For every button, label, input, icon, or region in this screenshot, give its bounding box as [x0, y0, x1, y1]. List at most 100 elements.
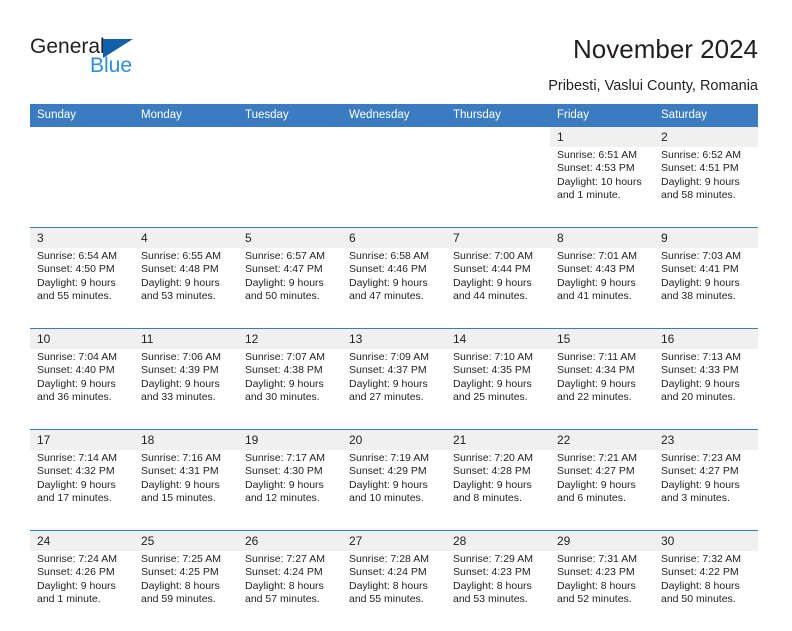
sunrise-text: Sunrise: 6:58 AM — [349, 250, 440, 263]
daylight-text-line2: and 36 minutes. — [37, 391, 128, 404]
daylight-text-line2: and 12 minutes. — [245, 492, 336, 505]
daylight-text-line1: Daylight: 9 hours — [661, 378, 752, 391]
day-cell: Sunrise: 7:25 AM Sunset: 4:25 PM Dayligh… — [134, 551, 238, 631]
day-cell: Sunrise: 6:52 AM Sunset: 4:51 PM Dayligh… — [654, 147, 758, 228]
day-number — [134, 127, 238, 147]
daylight-text-line1: Daylight: 8 hours — [453, 580, 544, 593]
day-cell — [30, 147, 134, 228]
day-cell: Sunrise: 7:17 AM Sunset: 4:30 PM Dayligh… — [238, 450, 342, 531]
day-detail-row: Sunrise: 7:04 AM Sunset: 4:40 PM Dayligh… — [30, 349, 758, 430]
day-number: 10 — [30, 329, 134, 350]
day-number: 22 — [550, 430, 654, 451]
sunrise-text: Sunrise: 7:23 AM — [661, 452, 752, 465]
daylight-text-line2: and 6 minutes. — [557, 492, 648, 505]
sunrise-text: Sunrise: 6:57 AM — [245, 250, 336, 263]
sunrise-text: Sunrise: 7:13 AM — [661, 351, 752, 364]
sunset-text: Sunset: 4:29 PM — [349, 465, 440, 478]
daylight-text-line2: and 53 minutes. — [453, 593, 544, 606]
day-cell: Sunrise: 6:57 AM Sunset: 4:47 PM Dayligh… — [238, 248, 342, 329]
weekday-header-friday: Friday — [550, 104, 654, 127]
sunrise-text: Sunrise: 7:06 AM — [141, 351, 232, 364]
daylight-text-line1: Daylight: 9 hours — [245, 479, 336, 492]
day-cell: Sunrise: 7:00 AM Sunset: 4:44 PM Dayligh… — [446, 248, 550, 329]
daylight-text-line2: and 30 minutes. — [245, 391, 336, 404]
sunrise-text: Sunrise: 7:14 AM — [37, 452, 128, 465]
sunset-text: Sunset: 4:23 PM — [453, 566, 544, 579]
daylight-text-line2: and 25 minutes. — [453, 391, 544, 404]
sunset-text: Sunset: 4:33 PM — [661, 364, 752, 377]
date-number-row: 10 11 12 13 14 15 16 — [30, 329, 758, 350]
daylight-text-line1: Daylight: 8 hours — [141, 580, 232, 593]
day-cell — [238, 147, 342, 228]
day-cell: Sunrise: 6:58 AM Sunset: 4:46 PM Dayligh… — [342, 248, 446, 329]
day-number: 28 — [446, 531, 550, 552]
sunset-text: Sunset: 4:26 PM — [37, 566, 128, 579]
logo-text-blue: Blue — [90, 55, 132, 77]
sunset-text: Sunset: 4:31 PM — [141, 465, 232, 478]
daylight-text-line1: Daylight: 9 hours — [37, 277, 128, 290]
day-number: 7 — [446, 228, 550, 249]
daylight-text-line2: and 44 minutes. — [453, 290, 544, 303]
daylight-text-line1: Daylight: 9 hours — [245, 378, 336, 391]
sunset-text: Sunset: 4:27 PM — [661, 465, 752, 478]
day-number: 25 — [134, 531, 238, 552]
day-number: 20 — [342, 430, 446, 451]
day-detail-row: Sunrise: 6:54 AM Sunset: 4:50 PM Dayligh… — [30, 248, 758, 329]
day-cell: Sunrise: 7:09 AM Sunset: 4:37 PM Dayligh… — [342, 349, 446, 430]
day-cell: Sunrise: 7:06 AM Sunset: 4:39 PM Dayligh… — [134, 349, 238, 430]
day-cell: Sunrise: 7:32 AM Sunset: 4:22 PM Dayligh… — [654, 551, 758, 631]
page-title: November 2024 — [573, 34, 758, 65]
general-blue-logo[interactable]: General Blue — [30, 36, 230, 86]
daylight-text-line1: Daylight: 9 hours — [37, 479, 128, 492]
sunset-text: Sunset: 4:32 PM — [37, 465, 128, 478]
day-number: 1 — [550, 127, 654, 147]
sunset-text: Sunset: 4:38 PM — [245, 364, 336, 377]
day-detail-row: Sunrise: 7:14 AM Sunset: 4:32 PM Dayligh… — [30, 450, 758, 531]
day-cell: Sunrise: 7:10 AM Sunset: 4:35 PM Dayligh… — [446, 349, 550, 430]
sunrise-text: Sunrise: 7:19 AM — [349, 452, 440, 465]
day-number: 16 — [654, 329, 758, 350]
daylight-text-line2: and 20 minutes. — [661, 391, 752, 404]
daylight-text-line1: Daylight: 8 hours — [245, 580, 336, 593]
date-number-row: 1 2 — [30, 127, 758, 147]
day-number: 9 — [654, 228, 758, 249]
sunrise-text: Sunrise: 7:04 AM — [37, 351, 128, 364]
day-number: 21 — [446, 430, 550, 451]
day-cell: Sunrise: 7:24 AM Sunset: 4:26 PM Dayligh… — [30, 551, 134, 631]
daylight-text-line2: and 55 minutes. — [37, 290, 128, 303]
daylight-text-line2: and 33 minutes. — [141, 391, 232, 404]
sunrise-text: Sunrise: 6:54 AM — [37, 250, 128, 263]
day-cell: Sunrise: 6:51 AM Sunset: 4:53 PM Dayligh… — [550, 147, 654, 228]
sunrise-text: Sunrise: 7:32 AM — [661, 553, 752, 566]
sunset-text: Sunset: 4:25 PM — [141, 566, 232, 579]
daylight-text-line1: Daylight: 9 hours — [141, 277, 232, 290]
sunrise-text: Sunrise: 7:28 AM — [349, 553, 440, 566]
weekday-header-sunday: Sunday — [30, 104, 134, 127]
day-cell: Sunrise: 7:20 AM Sunset: 4:28 PM Dayligh… — [446, 450, 550, 531]
day-number: 24 — [30, 531, 134, 552]
sunrise-text: Sunrise: 7:31 AM — [557, 553, 648, 566]
day-number: 12 — [238, 329, 342, 350]
sunrise-sunset-calendar: Sunday Monday Tuesday Wednesday Thursday… — [30, 104, 758, 631]
daylight-text-line1: Daylight: 9 hours — [141, 479, 232, 492]
day-number: 14 — [446, 329, 550, 350]
daylight-text-line2: and 17 minutes. — [37, 492, 128, 505]
weekday-header-monday: Monday — [134, 104, 238, 127]
date-number-row: 24 25 26 27 28 29 30 — [30, 531, 758, 552]
sunset-text: Sunset: 4:34 PM — [557, 364, 648, 377]
daylight-text-line2: and 1 minute. — [557, 189, 648, 202]
day-cell: Sunrise: 7:27 AM Sunset: 4:24 PM Dayligh… — [238, 551, 342, 631]
day-cell: Sunrise: 7:11 AM Sunset: 4:34 PM Dayligh… — [550, 349, 654, 430]
daylight-text-line2: and 38 minutes. — [661, 290, 752, 303]
daylight-text-line1: Daylight: 9 hours — [349, 479, 440, 492]
day-cell — [446, 147, 550, 228]
day-cell: Sunrise: 7:01 AM Sunset: 4:43 PM Dayligh… — [550, 248, 654, 329]
day-number: 17 — [30, 430, 134, 451]
day-cell: Sunrise: 7:16 AM Sunset: 4:31 PM Dayligh… — [134, 450, 238, 531]
calendar-weekday-header: Sunday Monday Tuesday Wednesday Thursday… — [30, 104, 758, 127]
sunset-text: Sunset: 4:24 PM — [245, 566, 336, 579]
day-cell: Sunrise: 7:13 AM Sunset: 4:33 PM Dayligh… — [654, 349, 758, 430]
daylight-text-line1: Daylight: 9 hours — [557, 479, 648, 492]
day-number — [446, 127, 550, 147]
day-number: 2 — [654, 127, 758, 147]
